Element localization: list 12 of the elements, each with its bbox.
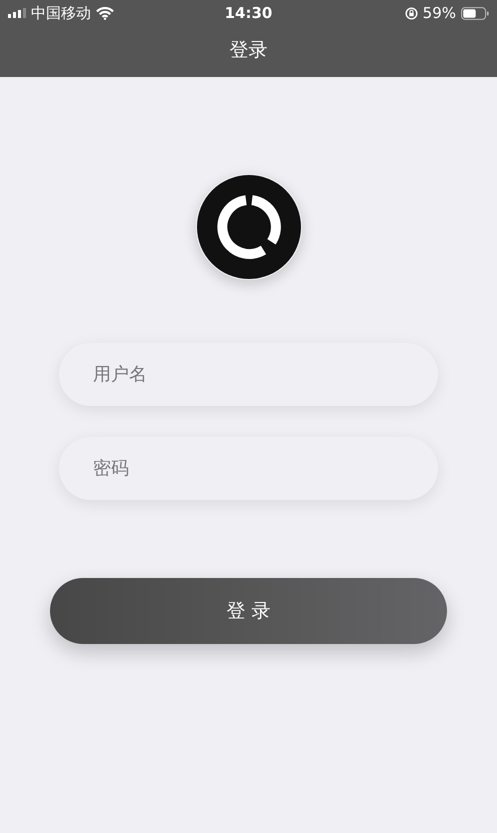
login-button[interactable]: 登 录 xyxy=(50,578,447,644)
wifi-icon xyxy=(96,6,114,20)
signal-icon xyxy=(8,8,26,18)
battery-icon xyxy=(461,6,489,20)
carrier-name: 中国移动 xyxy=(31,4,91,22)
clock-time: 14:30 xyxy=(224,4,274,22)
rotation-lock-icon xyxy=(404,6,418,20)
page-title: 登录 xyxy=(230,38,268,63)
battery-percent: 59% xyxy=(422,4,456,22)
username-field[interactable]: 用户名 xyxy=(59,343,438,406)
password-field[interactable]: 密码 xyxy=(59,437,438,500)
logo-icon xyxy=(196,174,302,280)
